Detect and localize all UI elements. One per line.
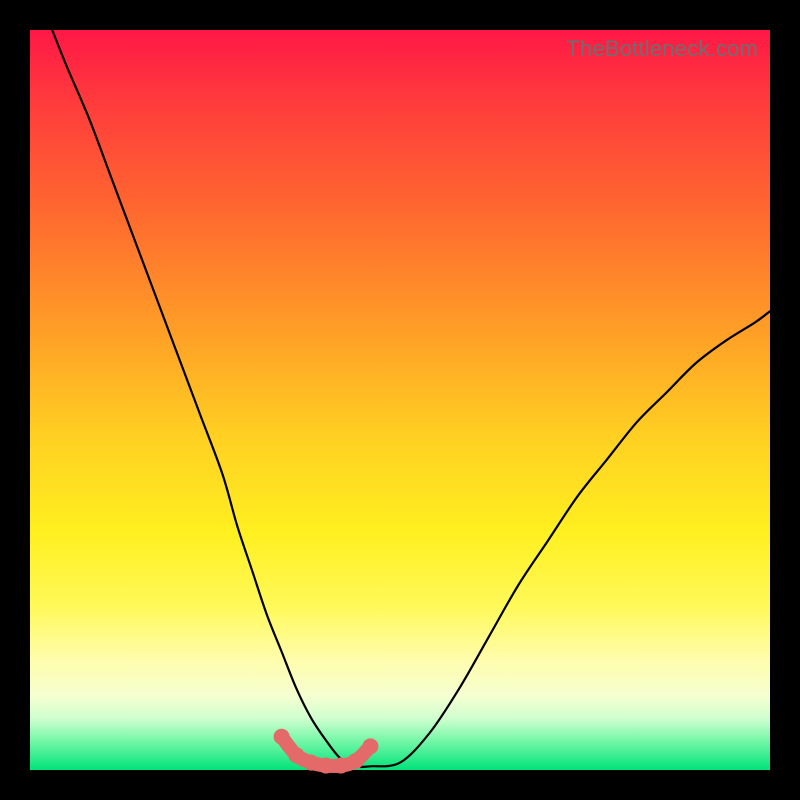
chart-frame: TheBottleneck.com <box>30 30 770 770</box>
watermark-text: TheBottleneck.com <box>566 36 758 62</box>
chart-svg <box>30 30 770 770</box>
bottleneck-curve <box>52 30 770 767</box>
